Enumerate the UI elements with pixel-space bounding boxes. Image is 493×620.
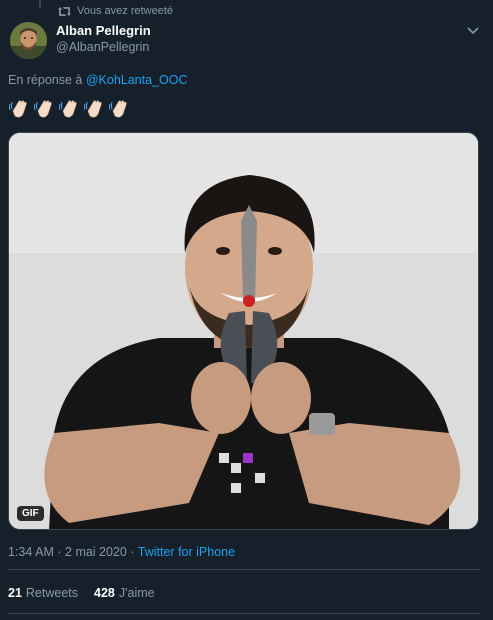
clapping-hands-icon xyxy=(84,100,102,118)
retweets-stat[interactable]: 21 Retweets xyxy=(8,586,78,600)
author-block[interactable]: Alban Pellegrin @AlbanPellegrin xyxy=(56,22,151,56)
likes-stat[interactable]: 428 J'aime xyxy=(94,586,155,600)
retweets-count: 21 xyxy=(8,586,22,600)
avatar-image xyxy=(10,22,47,59)
engagement-stats: 21 Retweets 428 J'aime xyxy=(8,586,155,600)
likes-count: 428 xyxy=(94,586,115,600)
retweet-notice: Vous avez retweeté xyxy=(58,3,173,19)
meta-separator: · xyxy=(130,545,135,559)
thread-line xyxy=(39,0,41,8)
meta-separator: · xyxy=(57,545,62,559)
clapping-hands-icon xyxy=(59,100,77,118)
reply-context: En réponse à @KohLanta_OOC xyxy=(8,73,187,87)
display-name[interactable]: Alban Pellegrin xyxy=(56,22,151,39)
tweet-text-emoji xyxy=(8,97,132,121)
reply-prefix: En réponse à xyxy=(8,73,83,87)
retweet-icon xyxy=(58,6,71,16)
chevron-down-icon[interactable] xyxy=(466,24,480,38)
retweets-label: Retweets xyxy=(25,586,79,600)
gif-badge: GIF xyxy=(17,506,44,521)
clapping-hands-icon xyxy=(34,100,52,118)
tweet-time[interactable]: 1:34 AM xyxy=(8,545,54,559)
clapping-hands-icon xyxy=(9,100,27,118)
clapping-hands-icon xyxy=(109,100,127,118)
gif-frame-image xyxy=(9,133,478,529)
tweet-meta: 1:34 AM · 2 mai 2020 · Twitter for iPhon… xyxy=(8,545,235,559)
tweet-source-link[interactable]: Twitter for iPhone xyxy=(138,545,235,559)
reply-mention-link[interactable]: @KohLanta_OOC xyxy=(86,73,188,87)
avatar[interactable] xyxy=(10,22,47,59)
divider xyxy=(8,613,480,614)
tweet-date[interactable]: 2 mai 2020 xyxy=(65,545,127,559)
likes-label: J'aime xyxy=(118,586,155,600)
gif-media[interactable]: GIF xyxy=(8,132,479,530)
handle[interactable]: @AlbanPellegrin xyxy=(56,39,151,56)
divider xyxy=(8,569,480,570)
retweet-notice-text: Vous avez retweeté xyxy=(77,5,174,17)
